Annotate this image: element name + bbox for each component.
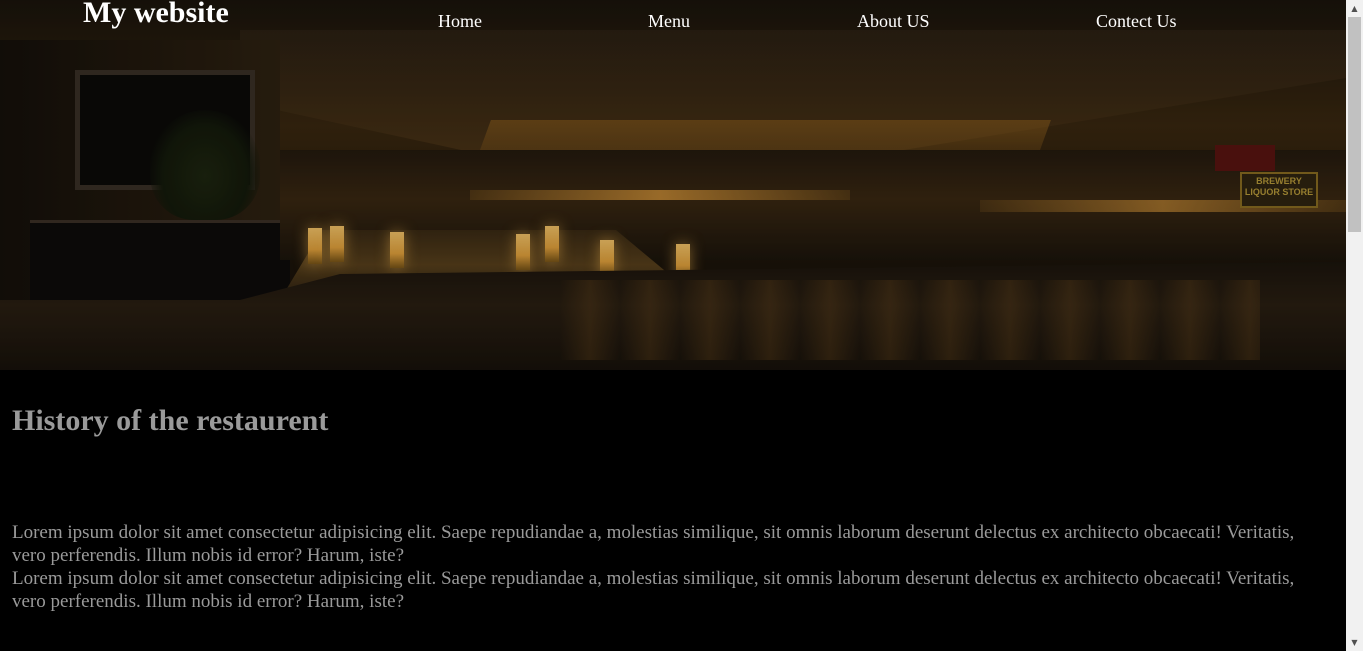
hero-image: BREWERY LIQUOR STORE: [0, 0, 1346, 370]
nav-link-menu[interactable]: Menu: [648, 11, 690, 32]
scroll-up-arrow-icon[interactable]: ▲: [1346, 0, 1363, 17]
scrollbar-thumb[interactable]: [1348, 17, 1361, 232]
history-paragraph: Lorem ipsum dolor sit amet consectetur a…: [12, 568, 1295, 612]
site-logo[interactable]: My website: [83, 0, 229, 30]
nav-link-home[interactable]: Home: [438, 11, 482, 32]
history-heading: History of the restaurent: [12, 404, 329, 437]
hero-dark-overlay: [0, 0, 1346, 370]
vertical-scrollbar[interactable]: ▲ ▼: [1346, 0, 1363, 651]
nav-link-contact-us[interactable]: Contect Us: [1096, 11, 1177, 32]
page-viewport: BREWERY LIQUOR STORE My website Home Men…: [0, 0, 1346, 651]
scroll-down-arrow-icon[interactable]: ▼: [1346, 634, 1363, 651]
nav-link-about-us[interactable]: About US: [857, 11, 930, 32]
history-paragraph: Lorem ipsum dolor sit amet consectetur a…: [12, 522, 1295, 566]
top-navbar: My website Home Menu About US Contect Us: [0, 0, 1346, 44]
